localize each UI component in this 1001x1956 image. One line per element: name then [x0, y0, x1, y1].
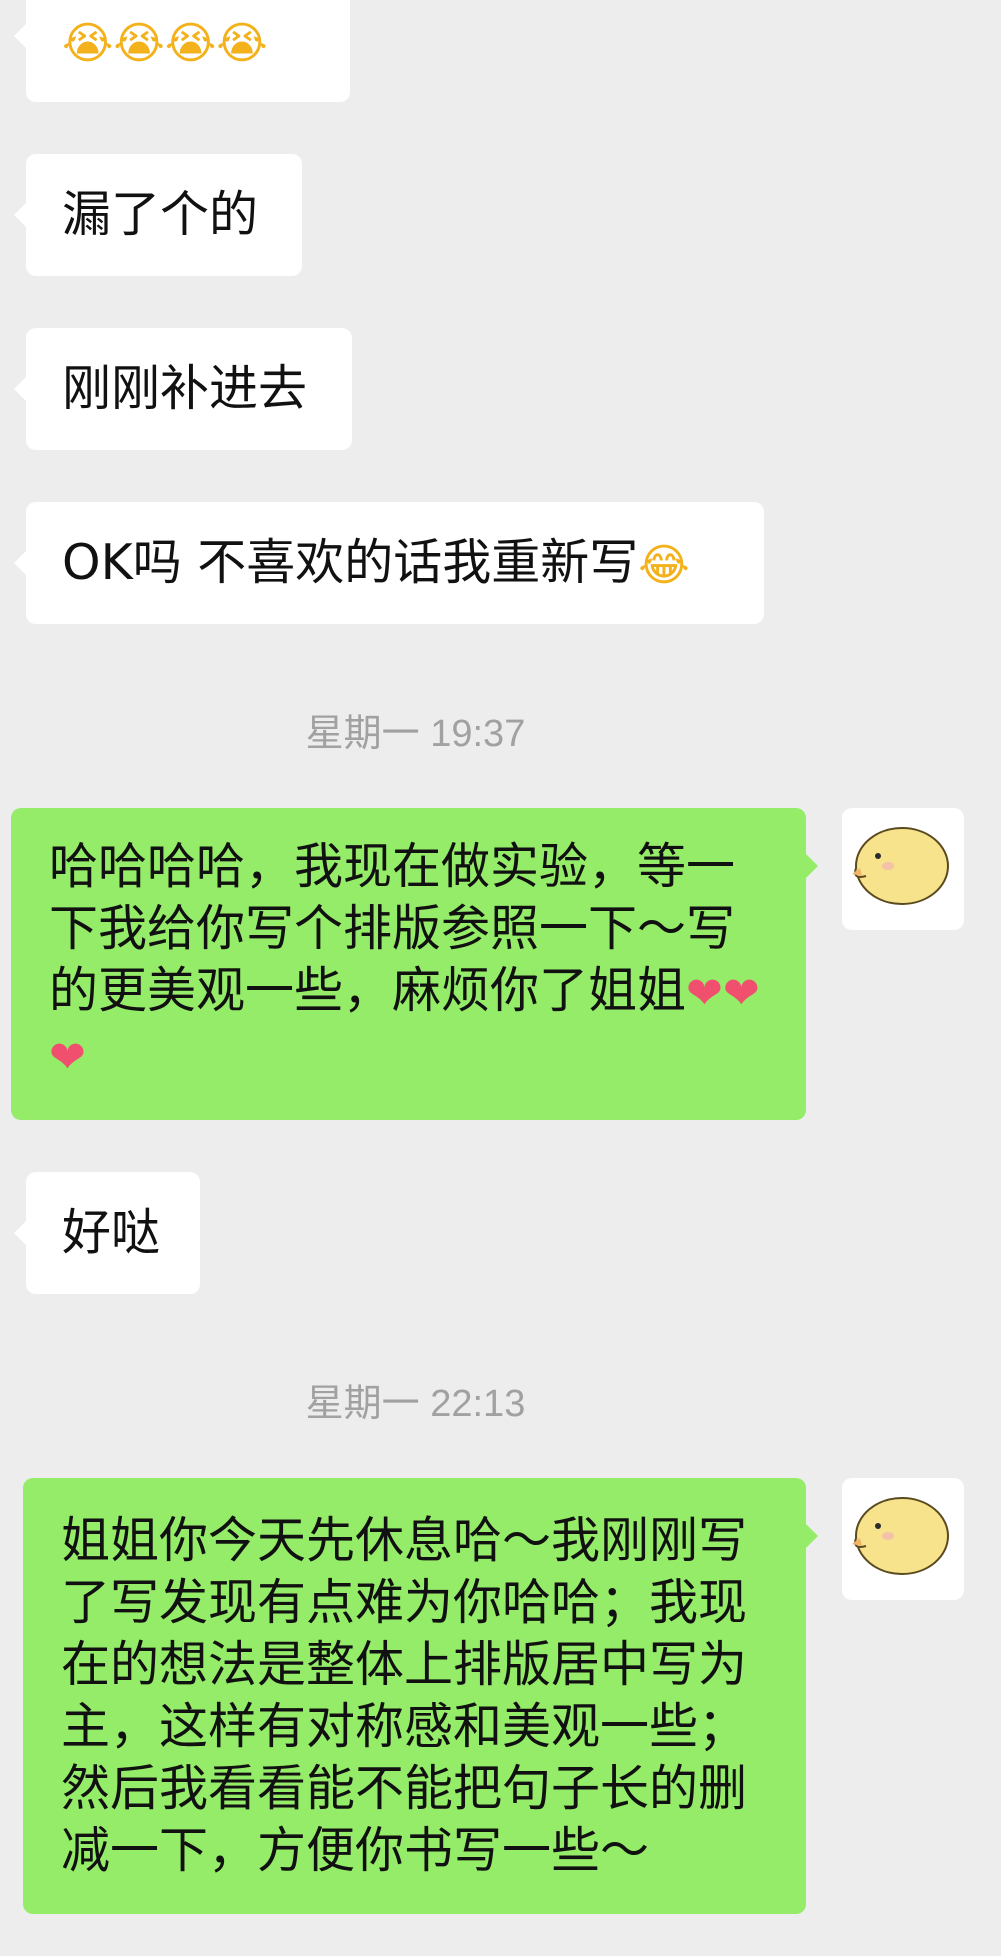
- heart-emoji: ❤: [49, 1032, 86, 1083]
- heart-emoji: ❤: [686, 967, 723, 1019]
- message-bubble-incoming[interactable]: 刚刚补进去: [14, 328, 352, 450]
- chat-message-list[interactable]: 😭😭😭😭 漏了个的 刚刚补进去 OK吗 不喜欢的话我重新写😂 星期一 19:37…: [0, 0, 1001, 1956]
- message-text: OK吗 不喜欢的话我重新写: [62, 534, 639, 591]
- message-bubble-incoming[interactable]: 漏了个的: [14, 154, 302, 276]
- message-bubble-outgoing[interactable]: 哈哈哈哈，我现在做实验，等一下我给你写个排版参照一下～写的更美观一些，麻烦你了姐…: [11, 808, 818, 1120]
- yellow-chick-icon: [852, 1497, 949, 1575]
- avatar[interactable]: [842, 1478, 964, 1600]
- yellow-chick-icon: [852, 827, 949, 905]
- emoji-facepalm-cry: 😭: [62, 17, 114, 69]
- timestamp: 星期一 19:37: [305, 713, 526, 755]
- emoji-facepalm-cry: 😭: [164, 17, 217, 69]
- message-bubble-incoming[interactable]: OK吗 不喜欢的话我重新写😂: [14, 502, 764, 624]
- emoji-tears-of-joy: 😂: [638, 539, 690, 591]
- message-bubble-outgoing[interactable]: 姐姐你今天先休息哈～我刚刚写了写发现有点难为你哈哈；我现在的想法是整体上排版居中…: [23, 1478, 818, 1914]
- message-text: 刚刚补进去: [62, 360, 308, 417]
- avatar[interactable]: [842, 808, 964, 930]
- message-bubble-incoming[interactable]: 😭😭😭😭: [14, 0, 350, 102]
- message-text: 姐姐你今天先休息哈～我刚刚写了写发现有点难为你哈哈；我现在的想法是整体上排版居中…: [61, 1512, 748, 1879]
- message-bubble-incoming[interactable]: 好哒: [14, 1172, 200, 1294]
- heart-emoji: ❤: [722, 967, 760, 1019]
- emoji-facepalm-cry: 😭: [113, 17, 165, 69]
- message-text: 漏了个的: [62, 186, 259, 243]
- emoji-facepalm-cry: 😭: [216, 17, 268, 69]
- message-text: 哈哈哈哈，我现在做实验，等一下我给你写个排版参照一下～写的更美观一些，麻烦你了姐…: [49, 838, 736, 1019]
- message-text: 好哒: [62, 1204, 161, 1261]
- timestamp: 星期一 22:13: [305, 1383, 526, 1425]
